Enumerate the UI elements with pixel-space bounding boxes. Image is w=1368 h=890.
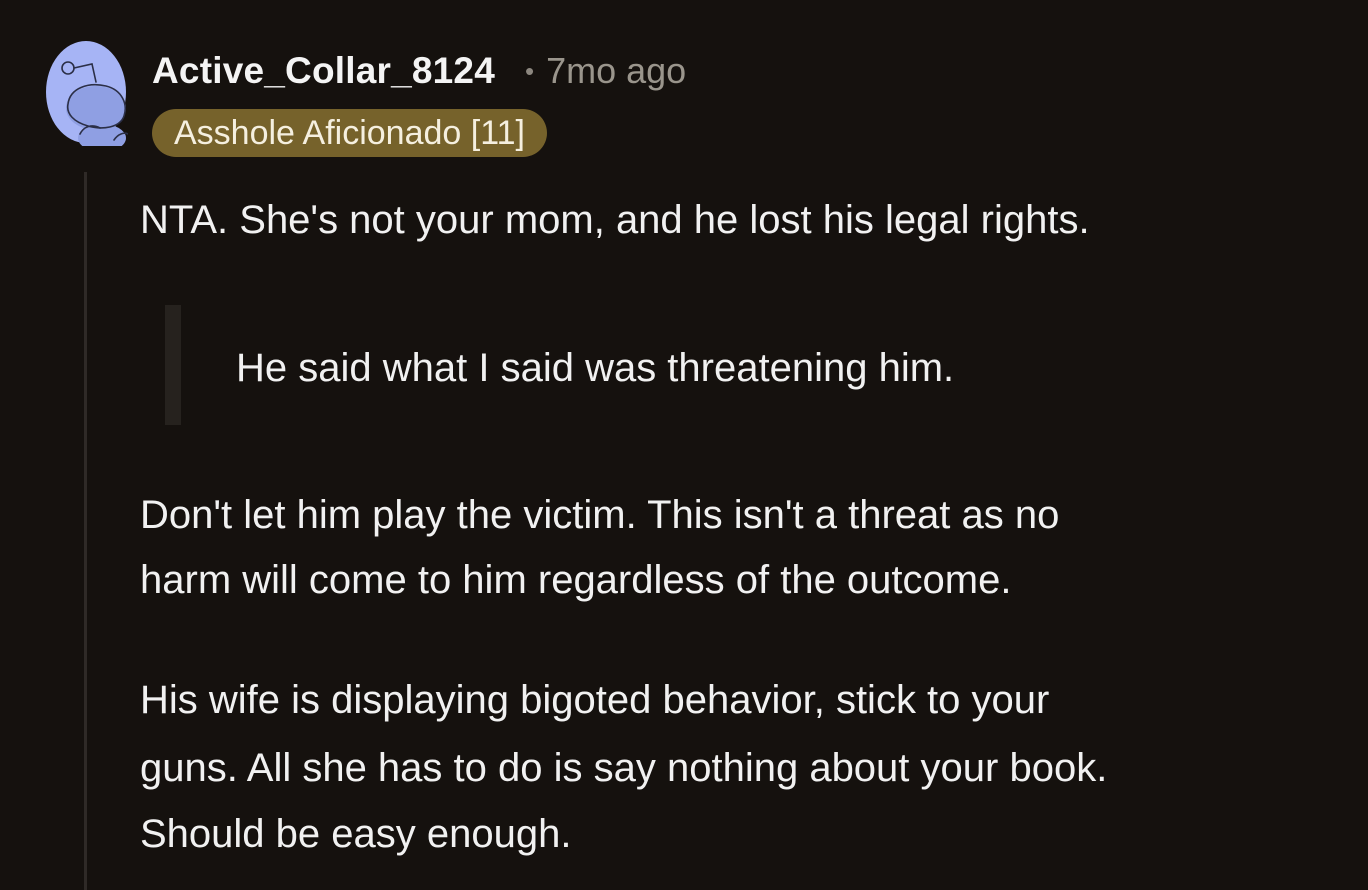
comment-paragraph-2-line-1: Don't let him play the victim. This isn'… <box>140 493 1060 537</box>
comment-paragraph-2-line-2: harm will come to him regardless of the … <box>140 558 1012 602</box>
snoo-avatar-icon <box>46 41 129 152</box>
blockquote-bar <box>165 305 181 425</box>
comment-header: Active_Collar_8124 • 7mo ago <box>152 50 686 92</box>
author-username[interactable]: Active_Collar_8124 <box>152 50 495 92</box>
comment-paragraph-3-line-3: Should be easy enough. <box>140 812 572 856</box>
blockquote-text: He said what I said was threatening him. <box>236 346 955 390</box>
comment-timestamp[interactable]: 7mo ago <box>546 50 686 92</box>
user-flair-badge: Asshole Aficionado [11] <box>152 109 547 157</box>
comment-paragraph-3-line-1: His wife is displaying bigoted behavior,… <box>140 678 1050 722</box>
comment-paragraph-3-line-2: guns. All she has to do is say nothing a… <box>140 746 1108 790</box>
thread-collapse-line[interactable] <box>84 172 87 890</box>
user-avatar[interactable] <box>44 38 129 152</box>
comment-paragraph-1: NTA. She's not your mom, and he lost his… <box>140 198 1090 242</box>
meta-separator: • <box>524 55 535 86</box>
